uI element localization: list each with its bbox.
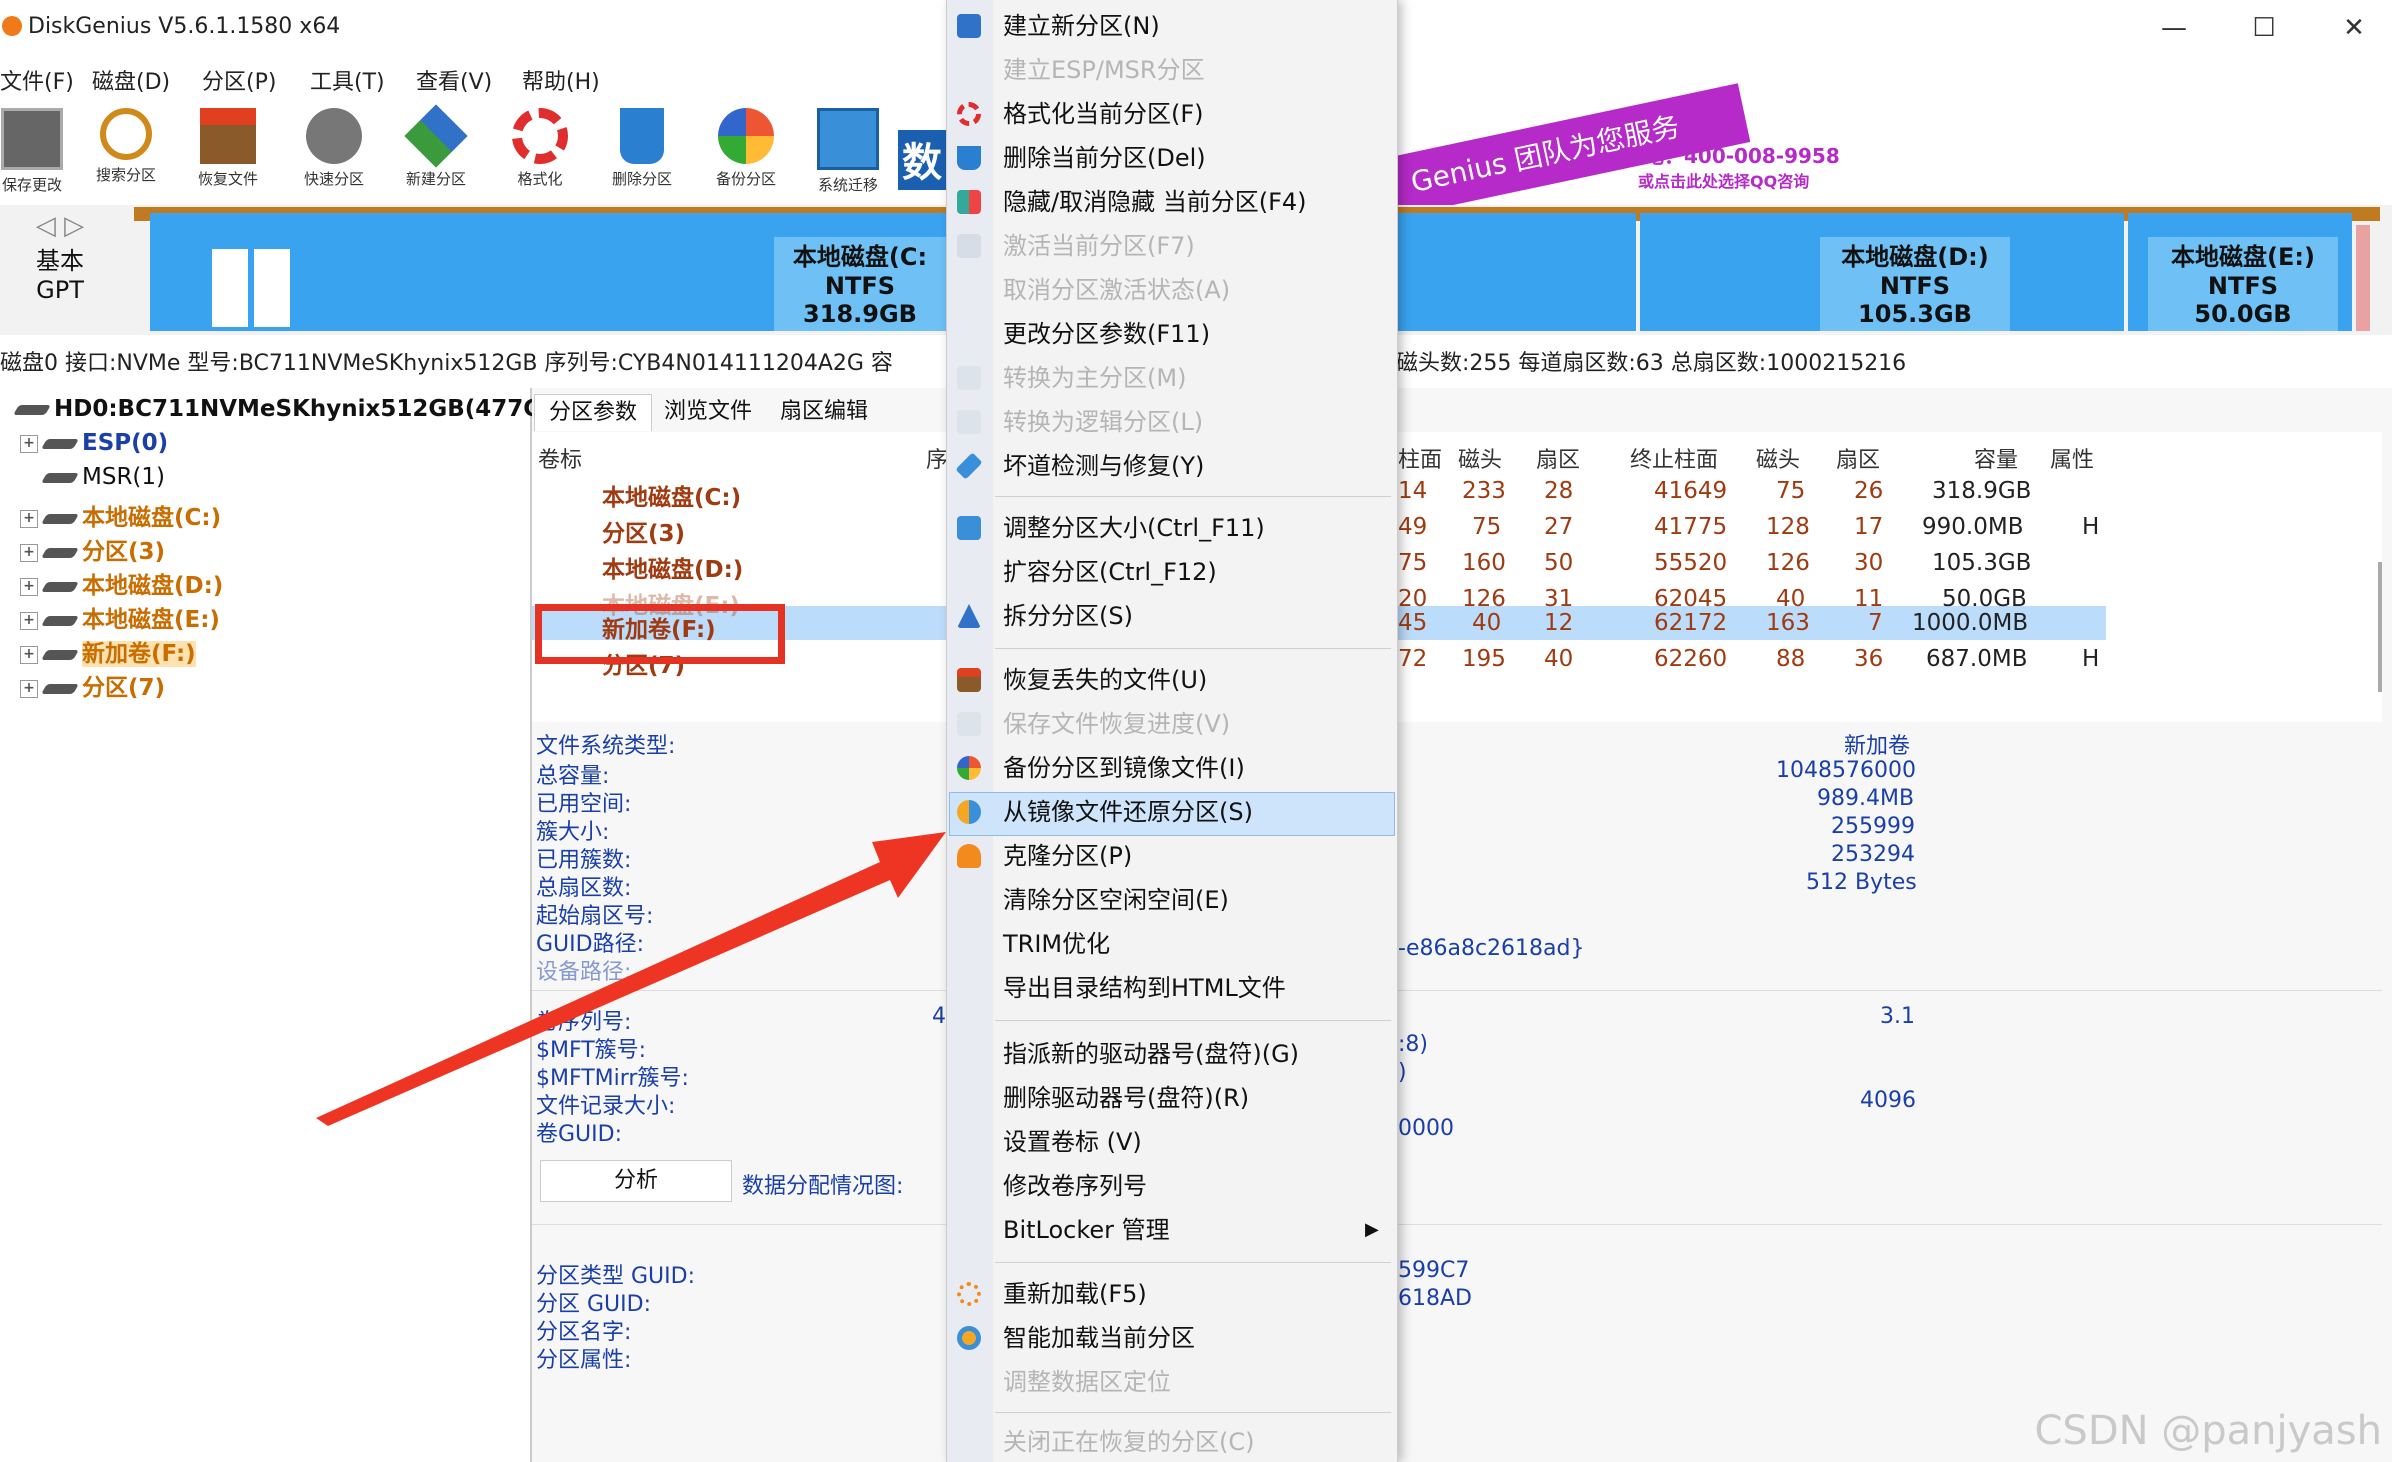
watermark: CSDN @panjyash xyxy=(2034,1408,2383,1454)
annotation-arrow xyxy=(316,832,946,1126)
